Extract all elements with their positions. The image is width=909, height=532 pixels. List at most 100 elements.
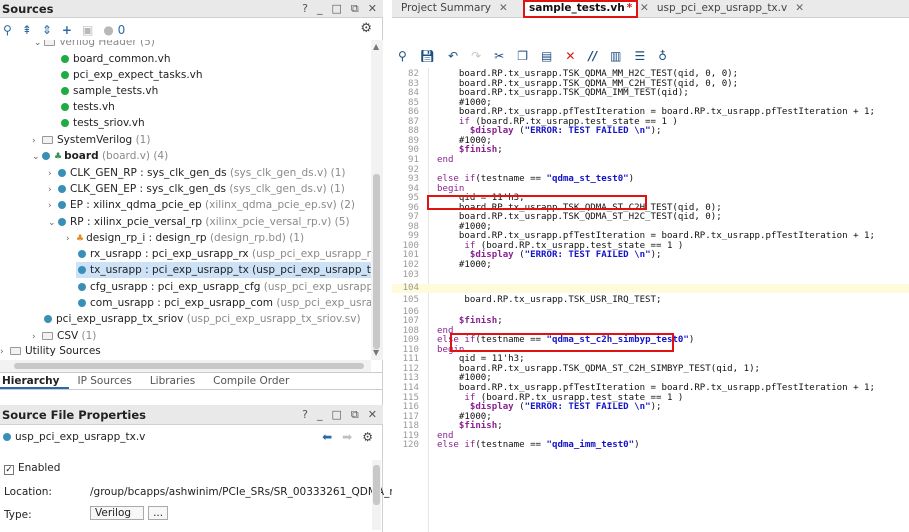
minimize-button[interactable]: _ [317, 2, 323, 16]
line-number: 120 [402, 440, 419, 451]
columns-icon[interactable]: ▥ [610, 49, 621, 63]
close-button[interactable]: ✕ [368, 408, 377, 422]
enabled-checkbox[interactable]: ✓ Enabled [4, 462, 60, 475]
close-icon[interactable]: ✕ [499, 2, 508, 14]
help-button[interactable]: ? [302, 2, 308, 16]
help-button[interactable]: ? [302, 408, 308, 422]
tree-item-ep[interactable]: › EP : xilinx_qdma_pcie_ep (xilinx_qdma_p… [48, 197, 355, 213]
forward-arrow-icon[interactable]: ➡ [342, 430, 352, 444]
tree-horizontal-scrollbar[interactable] [0, 360, 371, 372]
line-text: end [437, 154, 454, 165]
code-line[interactable]: 91 end [392, 155, 453, 166]
search-icon[interactable]: ⚲ [398, 49, 407, 63]
close-icon[interactable]: ✕ [795, 2, 804, 14]
tree-item-tests[interactable]: tests.vh [61, 99, 115, 115]
tree-vertical-scrollbar[interactable]: ▲ ▼ [371, 40, 383, 360]
type-browse-button[interactable]: ... [148, 506, 169, 520]
tree-item-systemverilog[interactable]: › SystemVerilog (1) [32, 132, 150, 148]
chevron-right-icon[interactable]: › [48, 166, 58, 182]
search-icon[interactable]: ⚲ [3, 23, 12, 37]
type-value[interactable]: Verilog [90, 506, 145, 520]
tree-item-rp[interactable]: ⌄ RP : xilinx_pcie_versal_rp (xilinx_pcie… [48, 214, 350, 230]
tree-item-tx-usrapp[interactable]: tx_usrapp : pci_exp_usrapp_tx (usp_pci_e… [76, 262, 371, 278]
scrollbar-thumb[interactable] [373, 465, 380, 505]
add-sources-icon[interactable]: + [62, 23, 72, 37]
close-icon[interactable]: ✕ [640, 2, 649, 14]
chevron-down-icon[interactable]: ⌄ [34, 40, 44, 51]
tree-item-utility-sources[interactable]: › Utility Sources [0, 343, 101, 359]
tab-usp-pci-exp-usrapp-tx[interactable]: ✕ usp_pci_exp_usrapp_tx.v ✕ [640, 0, 804, 18]
gear-icon[interactable]: ⚙ [360, 21, 372, 36]
delete-icon[interactable]: ✕ [565, 49, 575, 63]
scroll-down-icon[interactable]: ▼ [373, 348, 379, 357]
chevron-down-icon[interactable]: ⌄ [32, 149, 42, 165]
module-icon [78, 283, 86, 291]
tab-ip-sources[interactable]: IP Sources [69, 373, 141, 389]
folder-icon [42, 332, 53, 340]
back-arrow-icon[interactable]: ⬅ [322, 430, 332, 444]
tree-item-com-usrapp[interactable]: com_usrapp : pci_exp_usrapp_com (usp_pci… [78, 295, 371, 311]
close-button[interactable]: ✕ [368, 2, 377, 16]
paste-icon[interactable]: ▤ [541, 49, 552, 63]
line-text: else if(testname == "qdma_st_test0") [437, 174, 635, 185]
line-text: #1000; [437, 260, 492, 270]
tree-item-rx-usrapp[interactable]: rx_usrapp : pci_exp_usrapp_rx (usp_pci_e… [78, 246, 371, 262]
tab-sample-tests[interactable]: sample_tests.vh * [523, 0, 639, 18]
tree-item-design-rp[interactable]: › ♣ design_rp_i : design_rp (design_rp.bd)… [66, 230, 304, 246]
tree-item-clk-gen-ep[interactable]: › CLK_GEN_EP : sys_clk_gen_ds (sys_clk_ge… [48, 181, 345, 197]
chevron-right-icon[interactable]: › [0, 344, 10, 360]
chevron-down-icon[interactable]: ⌄ [48, 215, 58, 231]
code-line[interactable]: 103 [392, 270, 419, 281]
collapse-all-icon[interactable]: ⇞ [22, 23, 32, 37]
code-line[interactable]: 114 board.RP.tx_usrapp.pfTestIteration =… [392, 383, 875, 394]
tree-item-board-common[interactable]: board_common.vh [61, 51, 171, 67]
scroll-up-icon[interactable]: ▲ [373, 42, 379, 51]
hint-icon[interactable]: ♁ [658, 49, 667, 63]
chevron-right-icon[interactable]: › [48, 182, 58, 198]
module-icon [58, 201, 66, 209]
float-button[interactable]: ⧉ [351, 408, 359, 422]
source-file-icon [61, 71, 69, 79]
indent-icon[interactable]: ☰ [635, 49, 646, 63]
comment-toggle-icon[interactable]: // [588, 49, 597, 63]
tree-item-board[interactable]: ⌄ ♣ board (board.v) (4) [32, 148, 168, 164]
checkmark-icon[interactable]: ✓ [4, 465, 14, 475]
tree-item-tests-sriov[interactable]: tests_sriov.vh [61, 115, 145, 131]
undo-icon[interactable]: ↶ [448, 49, 458, 63]
minimize-button[interactable]: _ [317, 408, 323, 422]
properties-scrollbar[interactable] [372, 460, 381, 530]
maximize-button[interactable]: □ [332, 408, 342, 422]
expand-all-icon[interactable]: ⇕ [42, 23, 52, 37]
tree-item-csv[interactable]: › CSV (1) [32, 328, 96, 344]
file-properties-icon[interactable]: ▣ [82, 23, 93, 37]
tree-item-tx-sriov[interactable]: pci_exp_usrapp_tx_sriov (usp_pci_exp_usr… [44, 311, 361, 327]
tree-item-clk-gen-rp[interactable]: › CLK_GEN_RP : sys_clk_gen_ds (sys_clk_ge… [48, 165, 346, 181]
code-editor[interactable]: 82 board.RP.tx_usrapp.TSK_QDMA_MM_H2C_TE… [392, 68, 909, 532]
gear-icon[interactable]: ⚙ [362, 430, 373, 444]
tree-item-pci-exp-expect-tasks[interactable]: pci_exp_expect_tasks.vh [61, 67, 203, 83]
chevron-right-icon[interactable]: › [48, 198, 58, 214]
save-icon[interactable]: 💾︎ [420, 49, 435, 63]
tab-hierarchy[interactable]: Hierarchy [0, 373, 69, 389]
scrollbar-thumb[interactable] [14, 363, 364, 369]
scrollbar-thumb[interactable] [373, 174, 380, 349]
tab-compile-order[interactable]: Compile Order [204, 373, 298, 389]
location-value: /group/bcapps/ashwinim/PCIe_SRs/SR_00333… [90, 486, 400, 498]
chevron-right-icon[interactable]: › [66, 231, 76, 247]
tree-item-cfg-usrapp[interactable]: cfg_usrapp : pci_exp_usrapp_cfg (usp_pci… [78, 279, 371, 295]
tab-libraries[interactable]: Libraries [141, 373, 204, 389]
tree-item-sample-tests[interactable]: sample_tests.vh [61, 83, 158, 99]
code-line[interactable]: 120 else if(testname == "qdma_imm_test0") [392, 440, 640, 451]
tree-item-verilog-header[interactable]: ⌄ Verilog Header (5) [34, 40, 155, 50]
tab-project-summary[interactable]: Project Summary ✕ [401, 0, 508, 18]
cut-icon[interactable]: ✂ [494, 49, 504, 63]
chevron-right-icon[interactable]: › [32, 133, 42, 149]
redo-icon[interactable]: ↷ [471, 49, 481, 63]
float-button[interactable]: ⧉ [351, 2, 359, 16]
copy-icon[interactable]: ❐ [517, 49, 528, 63]
hierarchy-icon: ♣ [54, 152, 63, 162]
code-line[interactable]: 104 [392, 283, 909, 294]
maximize-button[interactable]: □ [332, 2, 342, 16]
source-file-icon [61, 87, 69, 95]
code-line[interactable]: 105 board.RP.tx_usrapp.TSK_USR_IRQ_TEST; [392, 295, 662, 306]
